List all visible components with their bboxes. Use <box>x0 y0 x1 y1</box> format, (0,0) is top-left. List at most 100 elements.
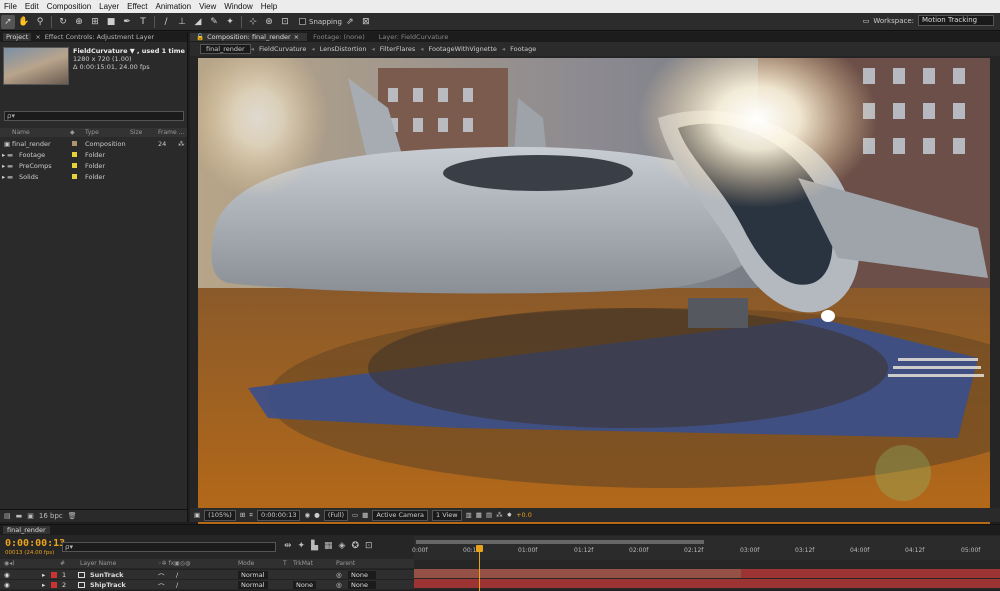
time-ruler[interactable]: 0:00f 00:12f 01:00f 01:12f 02:00f 02:12f… <box>412 536 1000 560</box>
comp-mini-flowchart-icon[interactable]: ⇹ <box>284 541 292 551</box>
tab-project[interactable]: Project <box>3 33 32 41</box>
axis-mode-world-icon[interactable]: ⊛ <box>262 15 276 29</box>
flowchart-icon[interactable]: ⁂ <box>496 511 503 519</box>
col-layer-name[interactable]: Layer Name <box>80 560 116 567</box>
snap-feather-icon[interactable]: ⇗ <box>343 15 357 29</box>
layer-track-bar[interactable] <box>414 569 1000 578</box>
eraser-tool-icon[interactable]: ◢ <box>191 15 205 29</box>
flow-item[interactable]: Footage <box>505 45 541 53</box>
layer-track-bar[interactable] <box>414 579 1000 588</box>
bit-depth-button[interactable]: 16 bpc <box>39 512 63 520</box>
expand-arrow-icon[interactable]: ▸ <box>2 173 5 181</box>
col-frame[interactable]: Frame ... <box>158 129 184 136</box>
layer-name[interactable]: SunTrack <box>90 571 123 579</box>
menu-file[interactable]: File <box>0 2 21 11</box>
pen-tool-icon[interactable]: ✒ <box>120 15 134 29</box>
item-name[interactable]: FieldCurvature ▼ , used 1 time <box>73 47 185 55</box>
close-icon[interactable]: × <box>294 33 299 41</box>
col-name[interactable]: Name <box>12 129 30 136</box>
tab-footage[interactable]: Footage: (none) <box>307 33 373 41</box>
menu-help[interactable]: Help <box>257 2 281 11</box>
exposure-icon[interactable]: ✸ <box>507 511 512 519</box>
tab-layer[interactable]: Layer: FieldCurvature <box>373 33 457 41</box>
menu-edit[interactable]: Edit <box>21 2 43 11</box>
project-row[interactable]: ▸ ▬ Solids Folder <box>0 171 187 182</box>
parent-dropdown[interactable]: None <box>348 581 376 589</box>
rectangle-tool-icon[interactable]: ■ <box>104 15 118 29</box>
col-mode[interactable]: Mode <box>238 560 254 567</box>
pickwhip-icon[interactable]: ◎ <box>336 571 342 579</box>
work-area-bar[interactable] <box>416 540 704 544</box>
snap-grid-icon[interactable]: ⊠ <box>359 15 373 29</box>
quality-switch-icon[interactable]: / <box>176 581 178 589</box>
playhead-handle-icon[interactable] <box>476 545 484 552</box>
col-parent[interactable]: Parent <box>336 560 355 567</box>
transparency-grid-icon[interactable]: ▩ <box>362 511 368 519</box>
resolution-dropdown[interactable]: (Full) <box>323 509 348 521</box>
parent-dropdown[interactable]: None <box>348 571 376 579</box>
zoom-tool-icon[interactable]: ⚲ <box>33 15 47 29</box>
camera-dropdown[interactable]: Active Camera <box>372 509 428 521</box>
flow-item[interactable]: final_render <box>200 44 251 54</box>
tab-composition[interactable]: 🔓 Composition: final_render × <box>190 33 308 41</box>
workspace-dropdown[interactable]: Motion Tracking <box>918 15 994 26</box>
playhead[interactable] <box>476 545 484 591</box>
col-size[interactable]: Size <box>130 129 142 136</box>
label-swatch[interactable] <box>51 582 57 588</box>
timeline-icon[interactable]: ▤ <box>486 511 492 519</box>
trkmat-dropdown[interactable]: None <box>293 581 316 589</box>
pan-behind-tool-icon[interactable]: ⊞ <box>88 15 102 29</box>
menu-window[interactable]: Window <box>220 2 256 11</box>
expand-arrow-icon[interactable]: ▸ <box>42 581 45 589</box>
flow-item[interactable]: LensDistortion <box>315 45 372 53</box>
lock-icon[interactable]: 🔓 <box>196 33 204 41</box>
snapping-toggle[interactable]: Snapping <box>299 18 342 26</box>
graph-editor-icon[interactable]: ⊡ <box>365 541 373 551</box>
brush-tool-icon[interactable]: ∕ <box>159 15 173 29</box>
puppet-pin-tool-icon[interactable]: ✦ <box>223 15 237 29</box>
flow-item[interactable]: FootageWithVignette <box>424 45 502 53</box>
roto-brush-tool-icon[interactable]: ✎ <box>207 15 221 29</box>
menu-composition[interactable]: Composition <box>43 2 95 11</box>
visibility-icon[interactable]: ◉ <box>4 581 10 589</box>
camera-tool-icon[interactable]: ⊕ <box>72 15 86 29</box>
pickwhip-icon[interactable]: ◎ <box>336 581 342 589</box>
switches-icon[interactable]: ◦✲ fx▣◎◍ <box>158 560 190 567</box>
expand-arrow-icon[interactable]: ▸ <box>2 162 5 170</box>
new-folder-icon[interactable]: ▬ <box>16 512 23 520</box>
menu-effect[interactable]: Effect <box>123 2 151 11</box>
col-type[interactable]: Type <box>85 129 99 136</box>
region-of-interest-icon[interactable]: ▭ <box>352 511 358 519</box>
project-search-input[interactable]: ρ▾ <box>4 111 184 121</box>
expand-arrow-icon[interactable]: ▸ <box>42 571 45 579</box>
flow-item[interactable]: FieldCurvature <box>254 45 311 53</box>
mode-dropdown[interactable]: Normal <box>238 581 268 589</box>
safe-zones-icon[interactable]: ⊞ <box>240 511 245 519</box>
clone-stamp-tool-icon[interactable]: ⊥ <box>175 15 189 29</box>
flowchart-icon[interactable]: ⁂ <box>178 140 185 148</box>
trash-icon[interactable]: 🗑 <box>68 512 77 520</box>
hand-tool-icon[interactable]: ✋ <box>17 15 31 29</box>
motion-blur-icon[interactable]: ◈ <box>339 541 346 551</box>
selection-tool-icon[interactable]: ➚ <box>1 14 15 29</box>
flow-item[interactable]: FilterFlares <box>375 45 421 53</box>
interpret-footage-icon[interactable]: ▤ <box>4 512 11 520</box>
project-row[interactable]: ▣ final_render Composition 24 ⁂ <box>0 138 187 149</box>
snapshot-icon[interactable]: ◉ <box>304 511 310 519</box>
label-swatch[interactable] <box>51 572 57 578</box>
mask-visibility-icon[interactable]: ⌗ <box>249 511 253 520</box>
quality-switch-icon[interactable]: / <box>176 571 178 579</box>
fast-previews-icon[interactable]: ▦ <box>476 511 482 519</box>
layer-row[interactable]: ◉ ▸ 2 ShipTrack ⌒ / Normal None ◎ None <box>0 579 414 591</box>
hide-shy-icon[interactable]: ▙ <box>311 541 318 551</box>
composition-viewer[interactable] <box>198 58 990 536</box>
timeline-search-input[interactable]: ρ▾ <box>62 542 276 552</box>
view-layout-dropdown[interactable]: 1 View <box>432 509 462 521</box>
always-preview-icon[interactable]: ▣ <box>194 511 200 519</box>
col-label-icon[interactable]: ◆ <box>70 129 75 136</box>
magnification-dropdown[interactable]: (105%) <box>204 509 236 521</box>
menu-layer[interactable]: Layer <box>95 2 123 11</box>
layer-name[interactable]: ShipTrack <box>90 581 126 589</box>
menu-view[interactable]: View <box>195 2 220 11</box>
draft-3d-icon[interactable]: ✦ <box>298 541 306 551</box>
